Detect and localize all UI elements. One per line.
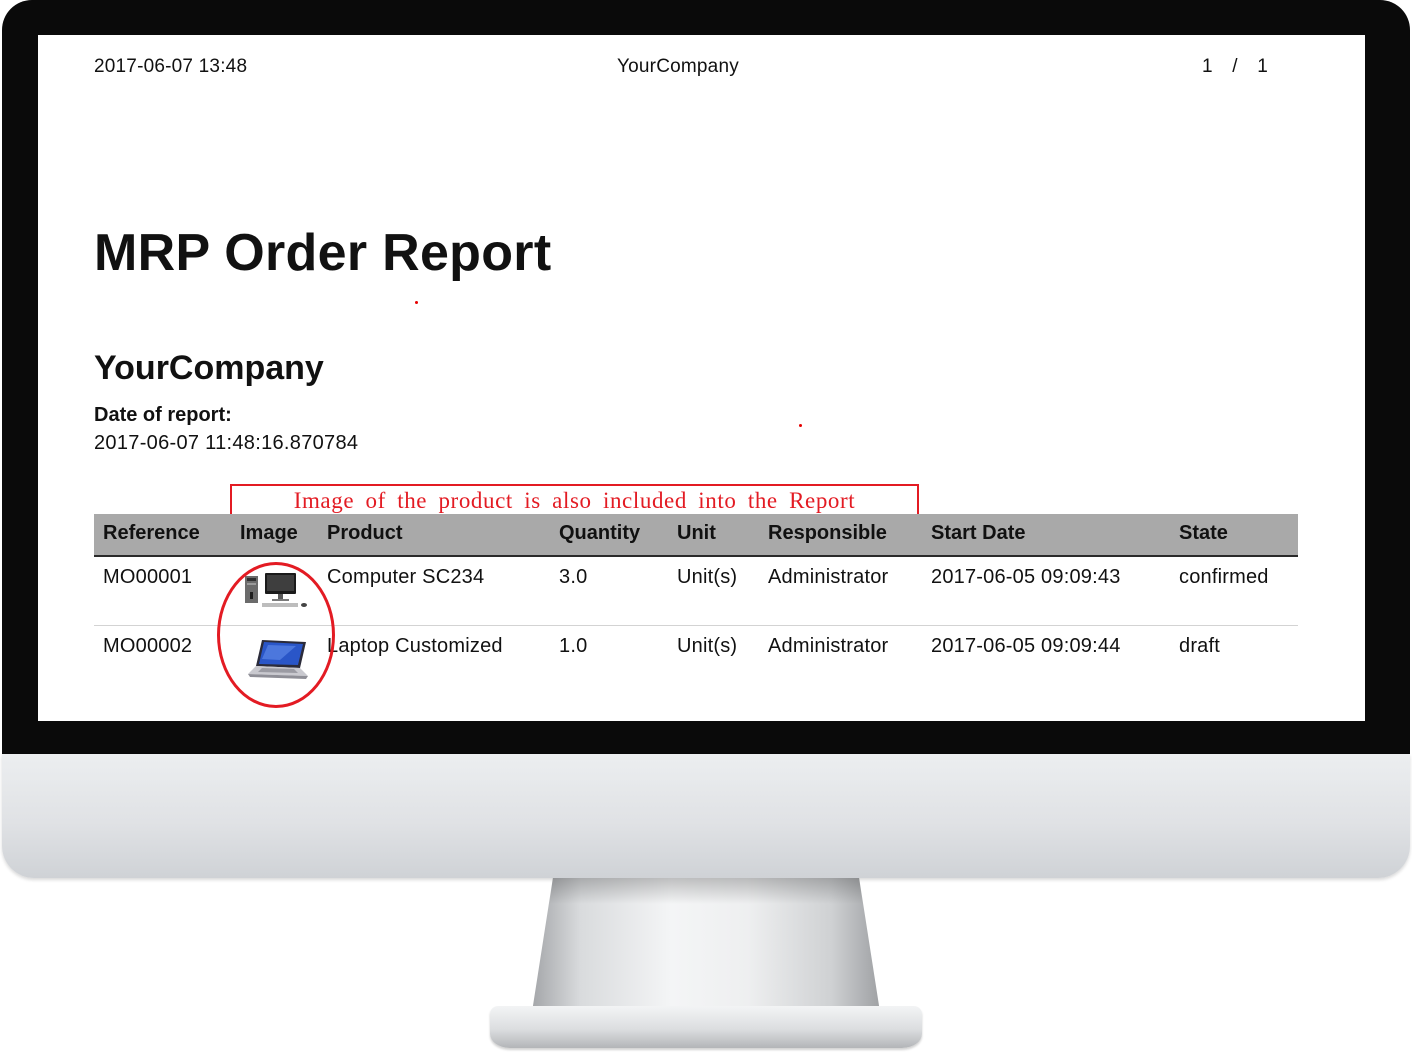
annotation-circle (217, 562, 335, 708)
monitor-stand-shadow (549, 878, 863, 904)
column-header-reference: Reference (103, 522, 200, 544)
column-header-start-date: Start Date (931, 522, 1026, 544)
monitor-stand-foot (490, 1006, 922, 1048)
report-title: MRP Order Report (94, 224, 552, 282)
column-header-product: Product (327, 522, 403, 544)
cell-reference: MO00001 (103, 566, 193, 588)
cell-state: confirmed (1179, 566, 1269, 588)
table-header: Reference Image Product Quantity Unit Re… (94, 514, 1298, 557)
cell-start-date: 2017-06-05 09:09:43 (931, 566, 1121, 588)
cell-unit: Unit(s) (677, 635, 738, 657)
report-page: 2017-06-07 13:48 YourCompany 1 / 1 MRP O… (38, 35, 1365, 721)
date-of-report-label: Date of report: (94, 404, 232, 426)
cell-start-date: 2017-06-05 09:09:44 (931, 635, 1121, 657)
cell-responsible: Administrator (768, 635, 889, 657)
column-header-state: State (1179, 522, 1228, 544)
column-header-quantity: Quantity (559, 522, 641, 544)
monitor-chin (2, 754, 1410, 878)
page-indicator: 1 / 1 (1202, 56, 1268, 77)
column-header-image: Image (240, 522, 298, 544)
cell-quantity: 1.0 (559, 635, 588, 657)
cell-reference: MO00002 (103, 635, 193, 657)
cell-state: draft (1179, 635, 1221, 657)
cell-product: Laptop Customized (327, 635, 503, 657)
cell-unit: Unit(s) (677, 566, 738, 588)
stray-red-dot (799, 424, 802, 427)
column-header-responsible: Responsible (768, 522, 887, 544)
cell-quantity: 3.0 (559, 566, 588, 588)
stray-red-dot (415, 301, 418, 304)
date-of-report-value: 2017-06-07 11:48:16.870784 (94, 432, 359, 454)
company-heading: YourCompany (94, 349, 324, 387)
cell-responsible: Administrator (768, 566, 889, 588)
cell-product: Computer SC234 (327, 566, 485, 588)
column-header-unit: Unit (677, 522, 716, 544)
annotation-callout: Image of the product is also included in… (230, 484, 919, 517)
header-datetime: 2017-06-07 13:48 (94, 56, 248, 77)
header-company: YourCompany (617, 56, 739, 77)
